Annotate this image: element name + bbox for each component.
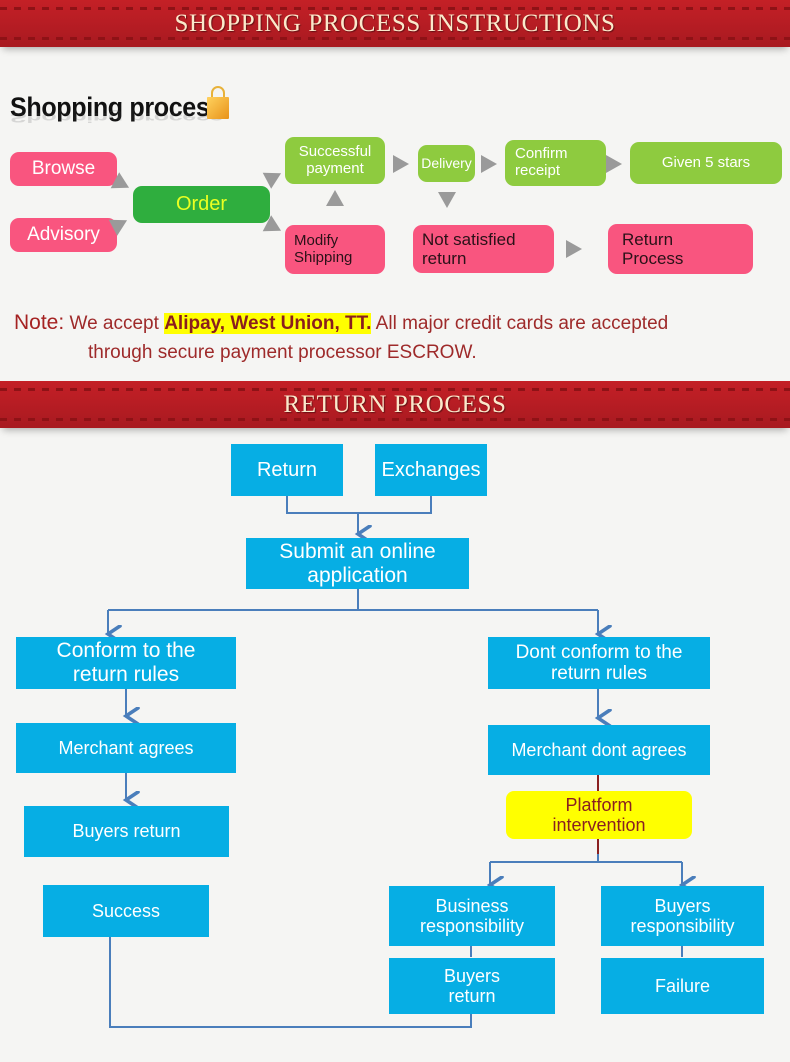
note-label: Note: — [14, 311, 65, 334]
flow-node-confirm-receipt[interactable]: Confirm receipt — [505, 140, 606, 186]
return-node-submit-application-line2: application — [307, 563, 408, 587]
return-node-dont-conform-rules-line1: Dont conform to the — [515, 641, 683, 663]
banner-return-title: RETURN PROCESS — [283, 390, 507, 418]
return-node-exchanges[interactable]: Exchanges — [375, 444, 487, 496]
flow-node-modify-shipping-line1: Modify — [294, 231, 339, 249]
flow-node-not-satisfied-return-line1: Not satisfied — [422, 229, 516, 249]
shopping-bag-icon — [207, 86, 229, 119]
flow-node-modify-shipping-line2: Shipping — [294, 248, 353, 266]
shopping-process-heading: Shopping process Shopping process — [10, 86, 239, 134]
return-node-buyers-responsibility-line1: Buyers — [654, 895, 711, 916]
shopping-process-heading-reflection: Shopping process — [10, 110, 224, 125]
return-node-buyers-return-left[interactable]: Buyers return — [24, 806, 229, 857]
return-node-success-label: Success — [91, 900, 161, 921]
arrow-order-to-successful-payment-icon — [262, 165, 286, 189]
return-node-platform-intervention[interactable]: Platform intervention — [506, 791, 692, 839]
flow-node-advisory-label: Advisory — [27, 224, 100, 246]
flow-node-not-satisfied-return[interactable]: Not satisfied return — [413, 225, 554, 273]
return-node-buyers-responsibility[interactable]: Buyers responsibility — [601, 886, 764, 946]
flow-node-confirm-receipt-line1: Confirm — [515, 145, 568, 163]
return-node-dont-conform-rules[interactable]: Dont conform to the return rules — [488, 637, 710, 689]
flow-node-return-process[interactable]: Return Process — [608, 224, 753, 274]
return-node-conform-rules-line1: Conform to the — [56, 639, 196, 663]
arrow-delivery-to-not-satisfied-icon — [438, 192, 456, 208]
flow-node-given-5-stars-label: Given 5 stars — [661, 153, 751, 171]
return-node-conform-rules-line2: return rules — [72, 663, 180, 686]
arrow-delivery-to-confirm-receipt-icon — [481, 155, 497, 173]
note-highlight: Alipay, West Union, TT. — [164, 313, 372, 334]
return-node-return-label: Return — [256, 458, 318, 481]
arrow-successful-payment-to-delivery-icon — [393, 155, 409, 173]
return-node-buyers-return-bottom-line1: Buyers — [443, 965, 501, 986]
page-root: SHOPPING PROCESS INSTRUCTIONS Shopping p… — [0, 0, 790, 1062]
payment-note: Note: We accept Alipay, West Union, TT. … — [14, 308, 782, 367]
return-node-merchant-dont-agrees[interactable]: Merchant dont agrees — [488, 725, 710, 775]
return-node-conform-rules[interactable]: Conform to the return rules — [16, 637, 236, 689]
return-node-buyers-return-left-label: Buyers return — [72, 821, 181, 842]
flow-node-successful-payment-line2: payment — [306, 159, 364, 177]
return-node-failure-label: Failure — [654, 975, 711, 996]
banner-return-process: RETURN PROCESS — [0, 381, 790, 428]
flow-node-return-process-line2: Process — [622, 249, 684, 268]
flow-node-delivery-label: Delivery — [421, 154, 472, 171]
flow-node-successful-payment-line1: Successful — [298, 142, 372, 160]
return-node-business-responsibility-line1: Business — [435, 895, 509, 916]
return-node-dont-conform-rules-line2: return rules — [550, 663, 648, 684]
return-node-failure[interactable]: Failure — [601, 958, 764, 1014]
flow-node-browse[interactable]: Browse — [10, 152, 117, 186]
flow-node-given-5-stars[interactable]: Given 5 stars — [630, 142, 782, 184]
note-text-before: We accept — [69, 313, 165, 334]
arrow-not-satisfied-to-return-process-icon — [566, 240, 582, 258]
arrow-modify-shipping-to-successful-payment-icon — [326, 190, 344, 206]
return-node-success[interactable]: Success — [43, 885, 209, 937]
return-node-business-responsibility-line2: responsibility — [419, 916, 525, 936]
arrow-confirm-receipt-to-given-5-stars-icon — [606, 155, 622, 173]
flow-node-not-satisfied-return-line2: return — [422, 249, 467, 268]
return-node-platform-intervention-line2: intervention — [552, 815, 646, 835]
flow-node-return-process-line1: Return — [622, 229, 674, 249]
note-line2: through secure payment processor ESCROW. — [88, 342, 477, 363]
return-node-platform-intervention-line1: Platform — [565, 794, 633, 815]
flow-node-advisory[interactable]: Advisory — [10, 218, 117, 252]
flow-node-order-label: Order — [175, 193, 228, 216]
return-node-merchant-dont-agrees-label: Merchant dont agrees — [511, 739, 687, 760]
flow-node-order[interactable]: Order — [133, 186, 270, 223]
flow-node-delivery[interactable]: Delivery — [418, 145, 475, 182]
flow-node-browse-label: Browse — [31, 158, 96, 180]
return-node-merchant-agrees[interactable]: Merchant agrees — [16, 723, 236, 773]
flow-node-modify-shipping[interactable]: Modify Shipping — [285, 225, 385, 274]
banner-shopping-process: SHOPPING PROCESS INSTRUCTIONS — [0, 0, 790, 47]
flow-node-successful-payment[interactable]: Successful payment — [285, 137, 385, 184]
flow-node-confirm-receipt-line2: receipt — [515, 162, 561, 179]
return-node-buyers-responsibility-line2: responsibility — [630, 916, 735, 936]
return-node-business-responsibility[interactable]: Business responsibility — [389, 886, 555, 946]
return-node-return[interactable]: Return — [231, 444, 343, 496]
return-node-merchant-agrees-label: Merchant agrees — [58, 737, 194, 758]
return-node-buyers-return-bottom-line2: return — [448, 986, 496, 1006]
return-node-buyers-return-bottom[interactable]: Buyers return — [389, 958, 555, 1014]
return-node-exchanges-label: Exchanges — [381, 458, 481, 481]
return-node-submit-application[interactable]: Submit an online application — [246, 538, 469, 589]
return-node-submit-application-line1: Submit an online — [279, 539, 436, 563]
banner-shopping-title: SHOPPING PROCESS INSTRUCTIONS — [174, 9, 616, 37]
note-text-after: All major credit cards are accepted — [371, 313, 669, 334]
